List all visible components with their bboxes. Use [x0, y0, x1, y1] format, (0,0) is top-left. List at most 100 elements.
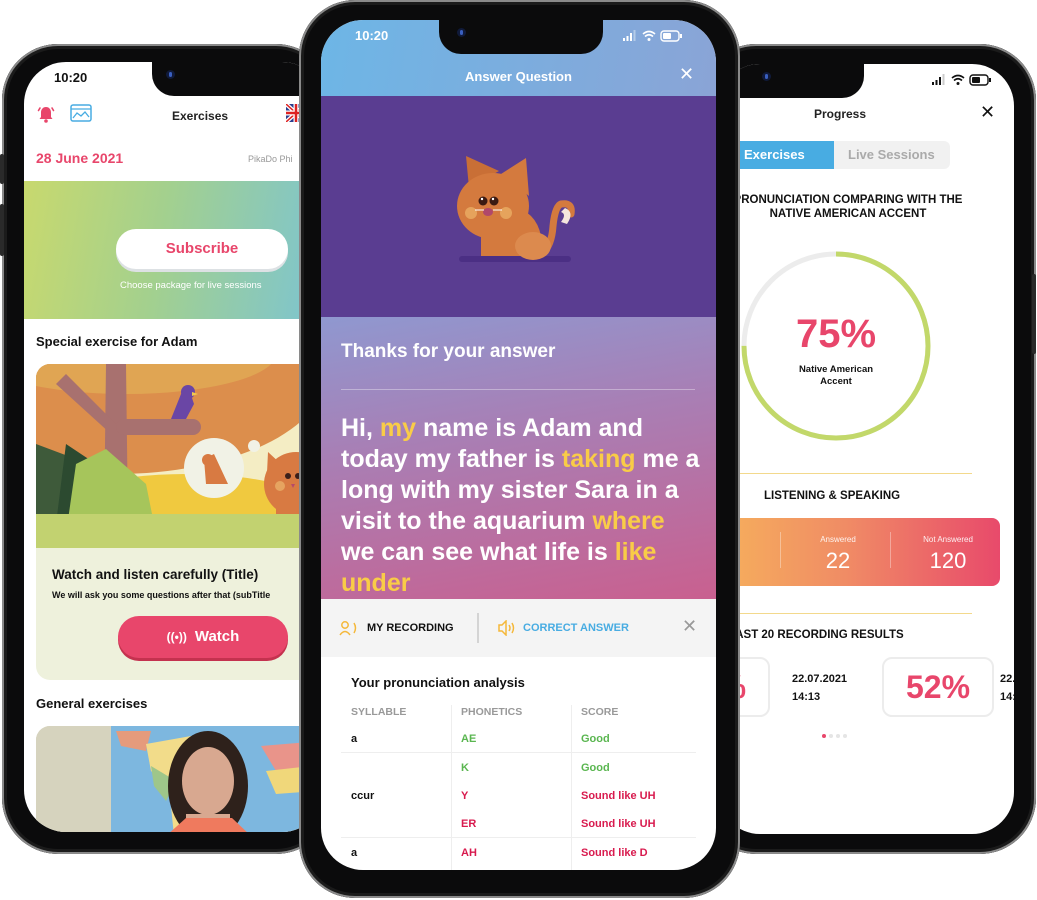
close-icon[interactable]: ✕ [679, 64, 694, 85]
cat-illustration [457, 156, 575, 262]
tab-switch: Exercises Live Sessions [718, 141, 950, 169]
phone-answer-question: 10:20 Answer Question ✕ Thanks for your … [299, 0, 740, 898]
stat-label: Not Answered [923, 535, 973, 544]
correct-answer-button[interactable]: CORRECT ANSWER [497, 599, 629, 657]
result-time: 14:13 [1000, 691, 1014, 703]
notch [439, 20, 603, 54]
page-title: Exercises [172, 109, 229, 123]
broadcast-icon: ((•)) [166, 630, 187, 644]
stat-separator [780, 532, 781, 568]
stat-value: 120 [929, 548, 967, 573]
answer-transcript: Hi, my name is Adam and today my father … [341, 413, 701, 599]
stat-separator [890, 532, 891, 568]
subscribe-banner: Subscribe Choose package for live sessio… [24, 181, 324, 319]
stat-not-answered: Not Answered 120 [898, 518, 998, 586]
analysis-table: SYLLABLE PHONETICS SCORE [341, 698, 696, 726]
result-date: 22.07.2021 [792, 673, 848, 685]
video-thumbnail[interactable] [36, 726, 324, 832]
speaker-icon [498, 619, 515, 637]
watch-button[interactable]: ((•)) Watch [118, 616, 288, 658]
score-cell: Sound like D [581, 847, 648, 859]
camera-icon [457, 28, 466, 37]
divider [341, 389, 695, 390]
gauge-label: Native American Accent [736, 364, 936, 388]
separator [477, 613, 479, 643]
stat-answered: Answered 22 [790, 518, 886, 586]
syllable-cell: a [351, 847, 358, 859]
answer-question-screen: 10:20 Answer Question ✕ Thanks for your … [321, 20, 716, 870]
pronunciation-heading-line1: PRONUNCIATION COMPARING WITH THE [733, 194, 963, 206]
side-button [1032, 274, 1036, 354]
date-label: 28 June 2021 [36, 150, 124, 166]
exercises-screen: 10:20 Exercises 28 June 2021 PikaDo Phi … [24, 62, 324, 832]
close-icon[interactable]: ✕ [682, 616, 697, 637]
stat-label: Answered [820, 535, 856, 544]
bell-icon[interactable] [36, 104, 56, 124]
score-cell: Sound like UH [581, 790, 656, 802]
carousel-dot[interactable] [843, 734, 847, 738]
column-header-score: SCORE [581, 706, 619, 718]
watch-label: Watch [194, 628, 240, 645]
battery-icon [660, 30, 682, 42]
thanks-heading: Thanks for your answer [341, 341, 556, 362]
column-header-phonetics: PHONETICS [461, 706, 523, 718]
score-cell: Good [581, 762, 610, 774]
result-card[interactable]: 52% [882, 657, 994, 717]
score-cell: Good [581, 733, 610, 745]
score-cell: Sound like UH [581, 818, 656, 830]
result-date: 22.07.2021 [1000, 673, 1014, 685]
listening-stats: Questions 22 Answered 22 Not Answered 12… [718, 518, 1000, 586]
chart-icon[interactable] [70, 104, 92, 122]
wifi-icon [642, 30, 656, 41]
phonetic-cell: Y [461, 790, 469, 802]
banner-subtitle: Choose package for live sessions [120, 280, 262, 291]
phonetic-cell: K [461, 762, 469, 774]
hero-illustration [321, 96, 716, 317]
pronunciation-heading: PRONUNCIATION COMPARING WITH THE NATIVE … [718, 193, 978, 221]
gauge-label-line1: Native American [798, 364, 874, 375]
status-time: 10:20 [355, 28, 389, 43]
correct-answer-label: CORRECT ANSWER [523, 622, 629, 634]
row-divider [341, 752, 696, 753]
signal-icon [623, 30, 636, 41]
tab-live-sessions[interactable]: Live Sessions [848, 141, 935, 169]
my-recording-button[interactable]: MY RECORDING [339, 599, 454, 657]
highlighted-word: taking [561, 445, 636, 473]
camera-icon [762, 72, 771, 81]
syllable-cell: a [351, 733, 358, 745]
exercise-subtitle: We will ask you some questions after tha… [52, 590, 271, 600]
divider [718, 613, 972, 614]
special-exercise-heading: Special exercise for Adam [36, 334, 198, 349]
answer-text-area: Thanks for your answer Hi, my name is Ad… [321, 317, 716, 599]
listening-heading: LISTENING & SPEAKING [764, 490, 901, 502]
table-header: SYLLABLE PHONETICS SCORE [341, 698, 696, 726]
my-recording-label: MY RECORDING [367, 622, 454, 634]
transcript-text: Hi, [341, 414, 380, 442]
phone-exercises: 10:20 Exercises 28 June 2021 PikaDo Phi … [0, 44, 332, 854]
result-time: 14:13 [792, 691, 821, 703]
carousel-dots[interactable] [822, 725, 850, 743]
wifi-icon [951, 74, 965, 85]
gauge-value: 75% [795, 312, 877, 356]
carousel-dot[interactable] [836, 734, 840, 738]
side-button [0, 204, 4, 256]
exercise-card[interactable]: Watch and listen carefully (Title) We wi… [36, 364, 324, 680]
progress-screen: Progress ✕ Exercises Live Sessions PRONU… [718, 64, 1014, 834]
column-header-syllable: SYLLABLE [351, 706, 407, 718]
video-frame-image [36, 726, 324, 832]
subscribe-button[interactable]: Subscribe [116, 229, 288, 269]
exercise-title: Watch and listen carefully (Title) [52, 567, 259, 582]
highlighted-word: where [592, 507, 665, 535]
phonetic-cell: ER [461, 818, 477, 830]
camera-icon [166, 70, 175, 79]
close-icon[interactable]: ✕ [980, 102, 995, 123]
header: Exercises [24, 98, 324, 134]
carousel-dot[interactable] [829, 734, 833, 738]
status-icons [623, 30, 682, 42]
pronunciation-heading-line2: NATIVE AMERICAN ACCENT [769, 208, 927, 220]
carousel-dot[interactable] [822, 734, 826, 738]
phone-progress: Progress ✕ Exercises Live Sessions PRONU… [700, 44, 1036, 854]
phonetic-cell: AH [461, 847, 477, 859]
syllable-cell: ccur [351, 790, 375, 802]
battery-icon [969, 74, 991, 86]
